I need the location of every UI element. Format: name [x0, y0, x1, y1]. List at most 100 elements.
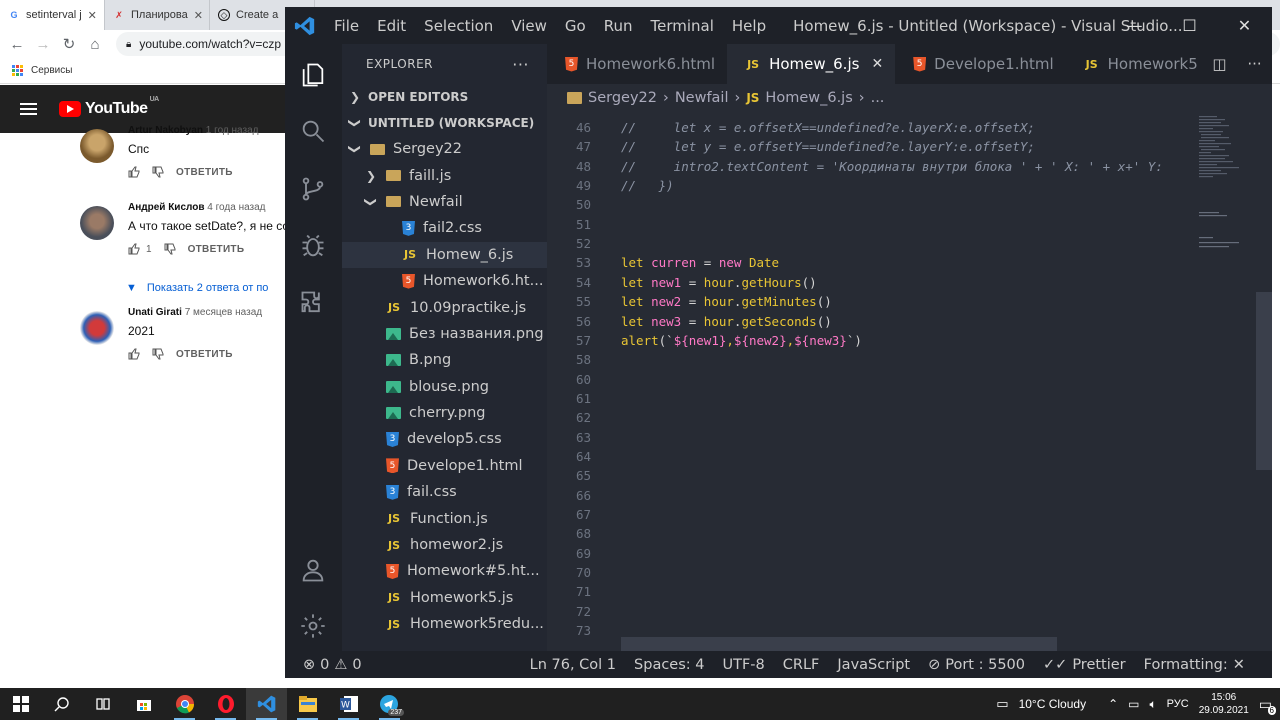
close-icon[interactable]: ✕	[88, 9, 97, 22]
tree-item[interactable]: JS Homework5redu...	[342, 611, 547, 637]
vscode-icon[interactable]	[246, 688, 287, 720]
avatar[interactable]	[80, 311, 114, 345]
tree-item[interactable]: ❯ Newfail	[342, 189, 547, 215]
browser-tab[interactable]: ✗ Планирова ✕	[105, 0, 210, 30]
menu-terminal[interactable]: Terminal	[642, 17, 723, 35]
code-line[interactable]: let curren = new Date	[621, 255, 779, 270]
code-editor[interactable]: 46 // let x = e.offsetX==undefined?e.laye…	[547, 112, 1272, 651]
breadcrumb-item[interactable]: ...	[871, 90, 885, 106]
forward-icon[interactable]: →	[32, 33, 54, 55]
editor-tab[interactable]: JS Homew_6.js ✕	[727, 44, 896, 84]
weather-icon[interactable]: ▭	[996, 696, 1008, 712]
tree-item[interactable]: 3 fail2.css	[342, 215, 547, 241]
code-line[interactable]: alert(`${new1},${new2},${new3}`)	[621, 333, 862, 348]
apps-icon[interactable]	[12, 65, 23, 76]
encoding-status[interactable]: UTF-8	[714, 657, 774, 673]
close-icon[interactable]: ✕	[871, 56, 883, 72]
reply-button[interactable]: ОТВЕТИТЬ	[176, 167, 233, 178]
tree-item[interactable]: JS Function.js	[342, 505, 547, 531]
eol-status[interactable]: CRLF	[774, 657, 829, 673]
menu-file[interactable]: File	[325, 17, 368, 35]
minimap[interactable]	[1199, 112, 1254, 651]
live-server-status[interactable]: ⊘ Port : 5500	[919, 657, 1034, 673]
telegram-icon[interactable]: 237	[369, 688, 410, 720]
feedback-icon[interactable]: ☺	[1264, 657, 1272, 673]
start-icon[interactable]	[0, 688, 41, 720]
menu-view[interactable]: View	[502, 17, 556, 35]
language-indicator[interactable]: РУС	[1167, 698, 1189, 710]
debug-icon[interactable]	[297, 230, 329, 262]
breadcrumb-item[interactable]: Newfail	[675, 90, 729, 106]
more-actions-icon[interactable]: ···	[1247, 55, 1261, 73]
comment-time[interactable]: 4 года назад	[207, 202, 265, 213]
tree-item[interactable]: JS 10.09practike.js	[342, 294, 547, 320]
tree-item[interactable]: 5 Develope1.html	[342, 453, 547, 479]
comment-author[interactable]: Unati Girati	[128, 307, 182, 318]
avatar[interactable]	[80, 129, 114, 163]
code-line[interactable]: let new3 = hour.getSeconds()	[621, 314, 832, 329]
account-icon[interactable]	[297, 554, 329, 586]
breadcrumb-item[interactable]: Sergey22	[588, 90, 657, 106]
editor-tab[interactable]: 5 Homework6.html	[547, 44, 728, 84]
menu-edit[interactable]: Edit	[368, 17, 415, 35]
code-line[interactable]: let new1 = hour.getHours()	[621, 275, 817, 290]
weather-status[interactable]: 10°C Cloudy	[1019, 697, 1087, 711]
code-line[interactable]: let new2 = hour.getMinutes()	[621, 294, 832, 309]
language-status[interactable]: JavaScript	[828, 657, 919, 673]
indentation-status[interactable]: Spaces: 4	[625, 657, 713, 673]
editor-tab[interactable]: JS Homework5	[1065, 44, 1210, 84]
minimize-icon[interactable]: —	[1107, 7, 1162, 44]
like-icon[interactable]	[128, 166, 140, 178]
search-icon[interactable]	[297, 115, 329, 147]
problems-status[interactable]: ⊗ 0 ⚠ 0	[285, 657, 371, 673]
menu-go[interactable]: Go	[556, 17, 595, 35]
task-view-icon[interactable]	[82, 688, 123, 720]
notification-icon[interactable]: ▭ 6	[1259, 696, 1276, 715]
comment-author[interactable]: Андрей Кислов	[128, 202, 205, 213]
store-icon[interactable]	[123, 688, 164, 720]
avatar[interactable]	[80, 206, 114, 240]
menu-run[interactable]: Run	[595, 17, 642, 35]
chevron-up-icon[interactable]: ⌃	[1108, 697, 1118, 711]
workspace-section[interactable]: ❯ UNTITLED (WORKSPACE)	[342, 110, 547, 136]
tree-item[interactable]: 3 develop5.css	[342, 426, 547, 452]
comment-time[interactable]: 7 месяцев назад	[185, 307, 262, 318]
like-icon[interactable]	[128, 348, 140, 360]
menu-help[interactable]: Help	[723, 17, 775, 35]
dislike-icon[interactable]	[152, 166, 164, 178]
dislike-icon[interactable]	[152, 348, 164, 360]
word-icon[interactable]: W	[328, 688, 369, 720]
youtube-logo[interactable]: YouTube UA	[59, 96, 159, 118]
maximize-icon[interactable]: ☐	[1162, 7, 1217, 44]
tree-item[interactable]: Без названия.png	[342, 321, 547, 347]
tree-item[interactable]: JS Homework5.js	[342, 585, 547, 611]
explorer-icon[interactable]	[297, 59, 329, 91]
vertical-scrollbar[interactable]	[1256, 292, 1272, 470]
code-line[interactable]: // let y = e.offsetY==undefined?e.layerY…	[621, 139, 1035, 154]
tree-item[interactable]: 3 fail.css	[342, 479, 547, 505]
tree-item[interactable]: 5 Homework6.ht...	[342, 268, 547, 294]
chrome-icon[interactable]	[164, 688, 205, 720]
reload-icon[interactable]: ↻	[58, 33, 80, 55]
network-icon[interactable]: ▭	[1128, 697, 1139, 711]
prettier-status[interactable]: ✓✓ Prettier	[1034, 657, 1135, 673]
tree-item[interactable]: B.png	[342, 347, 547, 373]
reply-button[interactable]: ОТВЕТИТЬ	[188, 244, 245, 255]
volume-icon[interactable]: 🔈︎	[1149, 697, 1156, 712]
formatting-status[interactable]: Formatting: ✕	[1135, 657, 1254, 673]
menu-selection[interactable]: Selection	[415, 17, 502, 35]
bookmark-services[interactable]: Сервисы	[31, 65, 72, 76]
show-replies-button[interactable]: ▼ Показать 2 ответа от по	[126, 282, 268, 294]
tree-item[interactable]: JS homewor2.js	[342, 532, 547, 558]
comment-time[interactable]: 1 год назад	[206, 125, 259, 136]
tree-item[interactable]: cherry.png	[342, 400, 547, 426]
clock[interactable]: 15:06 29.09.2021	[1199, 691, 1249, 717]
home-icon[interactable]: ⌂	[84, 33, 106, 55]
code-line[interactable]: // intro2.textContent = 'Координаты внут…	[621, 159, 1163, 174]
tree-item[interactable]: ❯ faill.js	[342, 162, 547, 188]
opera-icon[interactable]	[205, 688, 246, 720]
gear-icon[interactable]	[297, 610, 329, 642]
breadcrumb-item[interactable]: Homew_6.js	[765, 90, 852, 106]
search-icon[interactable]	[41, 688, 82, 720]
like-icon[interactable]	[128, 243, 140, 255]
